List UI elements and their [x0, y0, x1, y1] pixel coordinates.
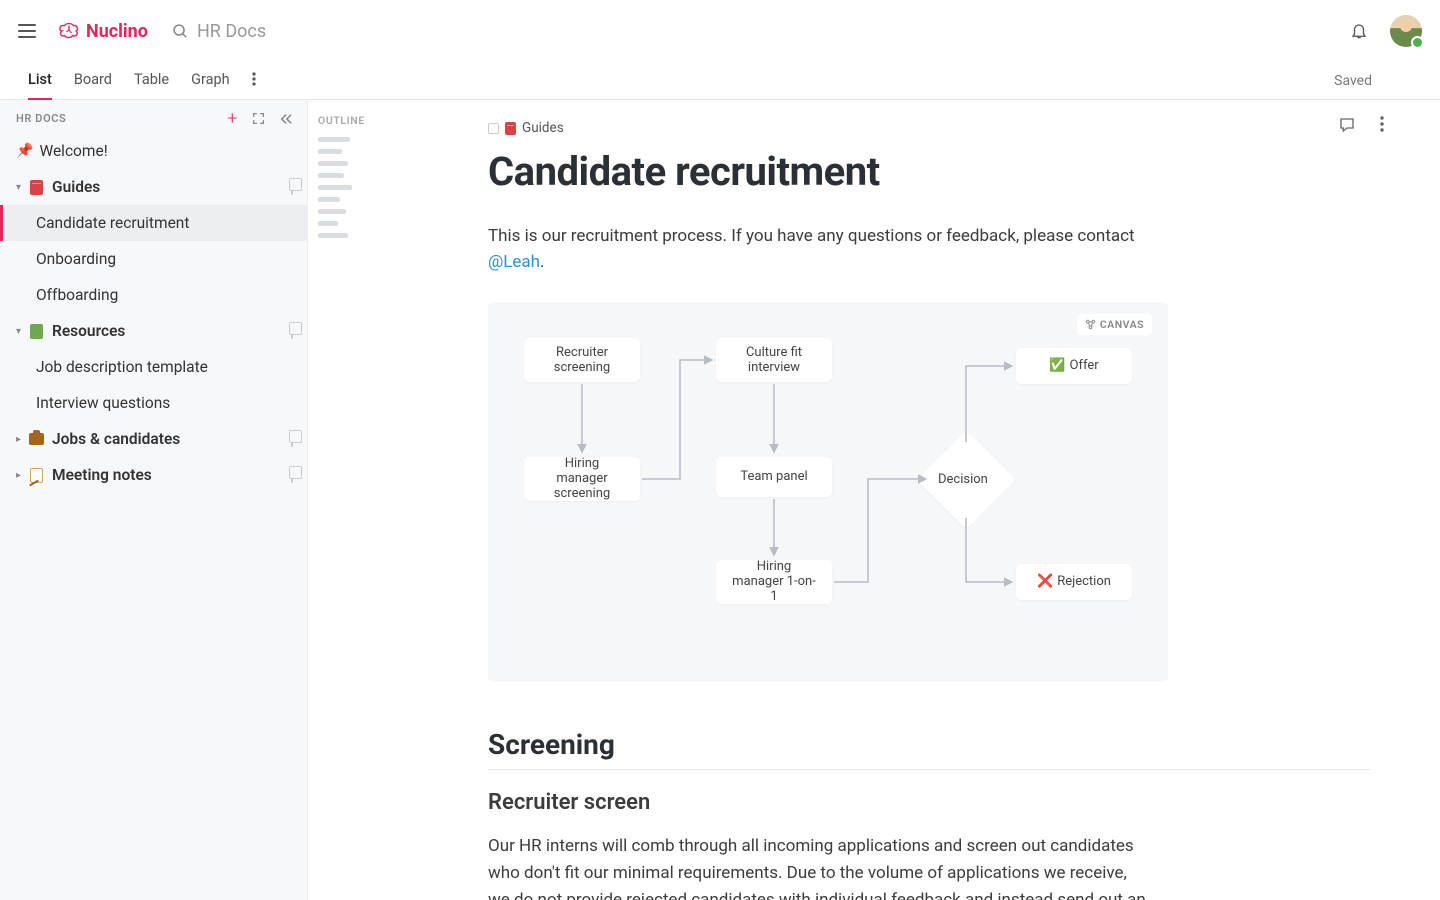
notifications-icon[interactable]	[1350, 21, 1368, 41]
sidebar-item-label: Job description template	[36, 358, 293, 376]
sidebar-item-meeting-notes[interactable]: ▸ Meeting notes	[0, 457, 307, 493]
chevron-right-icon: ▸	[16, 434, 26, 445]
tabs-more-icon[interactable]	[252, 71, 256, 90]
brand-logo[interactable]: Nuclino	[58, 21, 148, 42]
chevron-down-icon: ▾	[16, 182, 26, 193]
canvas-node-hiring-mgr-1on1[interactable]: Hiring manager 1-on-1	[716, 560, 832, 604]
folder-icon	[30, 324, 43, 339]
note-icon	[30, 468, 43, 483]
avatar[interactable]	[1390, 15, 1422, 47]
subsection-recruiter-screen[interactable]: Recruiter screen	[488, 790, 1370, 815]
sidebar-item-label: Guides	[52, 178, 291, 196]
tab-board[interactable]: Board	[74, 62, 112, 100]
breadcrumb[interactable]: Guides	[488, 120, 1370, 136]
checkbox-icon	[488, 123, 499, 134]
search-icon	[172, 23, 189, 40]
sidebar-item-label: Offboarding	[36, 286, 293, 304]
canvas-icon	[1085, 319, 1096, 330]
expand-icon[interactable]	[252, 112, 265, 125]
canvas-embed[interactable]: CANVAS Recruiter screening Hiring manage…	[488, 302, 1168, 682]
sidebar-item-welcome[interactable]: 📌 Welcome!	[0, 133, 307, 169]
body-paragraph[interactable]: Our HR interns will comb through all inc…	[488, 833, 1148, 900]
sidebar-header: HR DOCS	[16, 112, 66, 125]
breadcrumb-label: Guides	[522, 120, 564, 136]
chevron-down-icon: ▾	[16, 326, 26, 337]
search-placeholder: HR Docs	[197, 21, 266, 42]
canvas-node-culture-fit[interactable]: Culture fit interview	[716, 338, 832, 382]
sidebar-item-label: Resources	[52, 322, 291, 340]
sidebar-item-label: Candidate recruitment	[36, 214, 293, 232]
canvas-node-team-panel[interactable]: Team panel	[716, 457, 832, 497]
menu-button[interactable]	[18, 24, 36, 38]
chevron-right-icon: ▸	[16, 470, 26, 481]
canvas-node-hiring-mgr-screening[interactable]: Hiring manager screening	[524, 457, 640, 501]
sidebar-item-jobs-candidates[interactable]: ▸ Jobs & candidates	[0, 421, 307, 457]
sidebar-item-label: Jobs & candidates	[52, 430, 291, 448]
folder-icon	[30, 180, 43, 195]
canvas-node-decision-label: Decision	[938, 472, 988, 487]
sidebar-item-onboarding[interactable]: Onboarding	[0, 241, 307, 277]
canvas-node-recruiter-screening[interactable]: Recruiter screening	[524, 338, 640, 382]
copy-icon[interactable]	[291, 468, 293, 483]
sidebar-item-label: Meeting notes	[52, 466, 291, 484]
copy-icon[interactable]	[291, 180, 293, 195]
canvas-badge: CANVAS	[1077, 314, 1152, 335]
document-content[interactable]: Guides Candidate recruitment This is our…	[378, 100, 1440, 900]
page-title[interactable]: Candidate recruitment	[488, 148, 1370, 195]
sidebar-item-label: Interview questions	[36, 394, 293, 412]
folder-icon	[505, 122, 516, 135]
pin-icon: 📌	[16, 143, 33, 159]
brand-name: Nuclino	[86, 21, 148, 42]
collapse-sidebar-icon[interactable]	[279, 113, 293, 125]
section-screening[interactable]: Screening	[488, 728, 1370, 770]
doc-intro[interactable]: This is our recruitment process. If you …	[488, 223, 1168, 276]
sidebar-item-resources[interactable]: ▾ Resources	[0, 313, 307, 349]
sidebar-item-label: Onboarding	[36, 250, 293, 268]
search-input[interactable]: HR Docs	[172, 21, 266, 42]
more-icon[interactable]	[1380, 116, 1384, 132]
sidebar: HR DOCS + 📌 Welcome! ▾ Guides Candidate …	[0, 100, 308, 900]
comment-icon[interactable]	[1338, 116, 1356, 134]
sidebar-item-guides[interactable]: ▾ Guides	[0, 169, 307, 205]
add-icon[interactable]: +	[227, 114, 238, 123]
sidebar-item-label: Welcome!	[39, 142, 293, 160]
sidebar-item-interview-questions[interactable]: Interview questions	[0, 385, 307, 421]
tab-table[interactable]: Table	[134, 62, 169, 100]
outline-title: OUTLINE	[318, 114, 368, 127]
briefcase-icon	[29, 433, 44, 445]
sidebar-item-offboarding[interactable]: Offboarding	[0, 277, 307, 313]
mention-leah[interactable]: @Leah	[488, 252, 540, 272]
save-status: Saved	[1334, 73, 1372, 89]
brain-icon	[58, 22, 80, 40]
tab-list[interactable]: List	[28, 62, 52, 100]
canvas-node-rejection[interactable]: ❌ Rejection	[1016, 564, 1132, 600]
copy-icon[interactable]	[291, 324, 293, 339]
sidebar-item-candidate-recruitment[interactable]: Candidate recruitment	[0, 205, 307, 241]
sidebar-item-job-description-template[interactable]: Job description template	[0, 349, 307, 385]
canvas-node-offer[interactable]: ✅ Offer	[1016, 348, 1132, 384]
outline-panel: OUTLINE	[308, 100, 378, 900]
tab-graph[interactable]: Graph	[191, 62, 230, 100]
copy-icon[interactable]	[291, 432, 293, 447]
